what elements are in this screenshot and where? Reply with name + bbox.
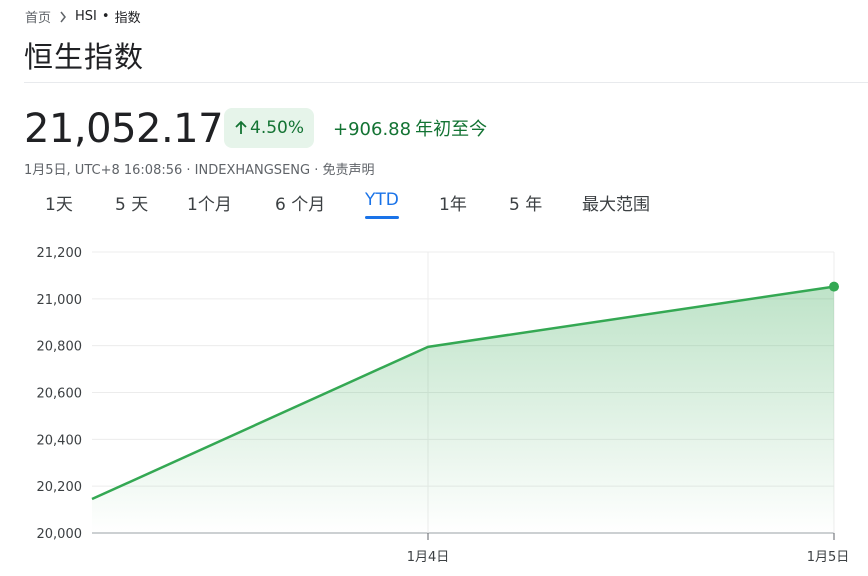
y-tick-label: 20,800	[37, 340, 83, 355]
y-tick-label: 21,000	[37, 293, 83, 308]
page-title: 恒生指数	[24, 40, 145, 74]
breadcrumb-section: 指数	[114, 11, 141, 26]
y-tick-label: 20,600	[37, 387, 83, 402]
current-price: 21,052.17	[24, 106, 224, 152]
y-tick-label: 20,200	[37, 480, 83, 495]
chart-area-fill	[92, 286, 834, 533]
breadcrumb-dot: •	[101, 9, 110, 24]
breadcrumb: 首页 HSI • 指数	[25, 7, 141, 26]
percent-change-badge: 4.50%	[224, 108, 315, 148]
x-tick-label: 1月4日	[407, 550, 450, 565]
y-tick-label: 20,400	[37, 433, 83, 448]
tab-ytd[interactable]: YTD	[365, 190, 399, 219]
tab-1d[interactable]: 1天	[45, 190, 73, 215]
time-range-tabs: 1天 5 天 1个月 6 个月 YTD 1年 5 年 最大范围	[0, 190, 868, 220]
divider	[24, 82, 868, 83]
tab-max[interactable]: 最大范围	[582, 190, 650, 215]
tab-5y[interactable]: 5 年	[509, 190, 542, 215]
chart-last-point	[829, 281, 839, 292]
chevron-right-icon	[59, 11, 67, 23]
tab-5d[interactable]: 5 天	[115, 190, 148, 215]
tab-6m[interactable]: 6 个月	[275, 190, 325, 215]
change-period-label: 年初至今	[415, 119, 488, 140]
breadcrumb-home-link[interactable]: 首页	[25, 7, 51, 26]
quote-meta: 1月5日, UTC+8 16:08:56 · INDEXHANGSENG · 免…	[24, 163, 375, 178]
absolute-change-value: +906.88	[333, 119, 412, 140]
y-tick-label: 20,000	[37, 527, 83, 542]
absolute-change: +906.88 年初至今	[333, 115, 487, 141]
y-tick-label: 21,200	[37, 246, 83, 261]
percent-change-value: 4.50%	[250, 118, 305, 138]
tab-1m[interactable]: 1个月	[187, 190, 232, 215]
price-chart[interactable]: 20,000 20,200 20,400 20,600 20,800 21,000 21,2…	[0, 230, 868, 576]
breadcrumb-symbol: HSI	[75, 9, 97, 24]
x-tick-label: 1月5日	[807, 550, 850, 565]
tab-1y[interactable]: 1年	[439, 190, 467, 215]
arrow-up-icon	[234, 120, 248, 136]
